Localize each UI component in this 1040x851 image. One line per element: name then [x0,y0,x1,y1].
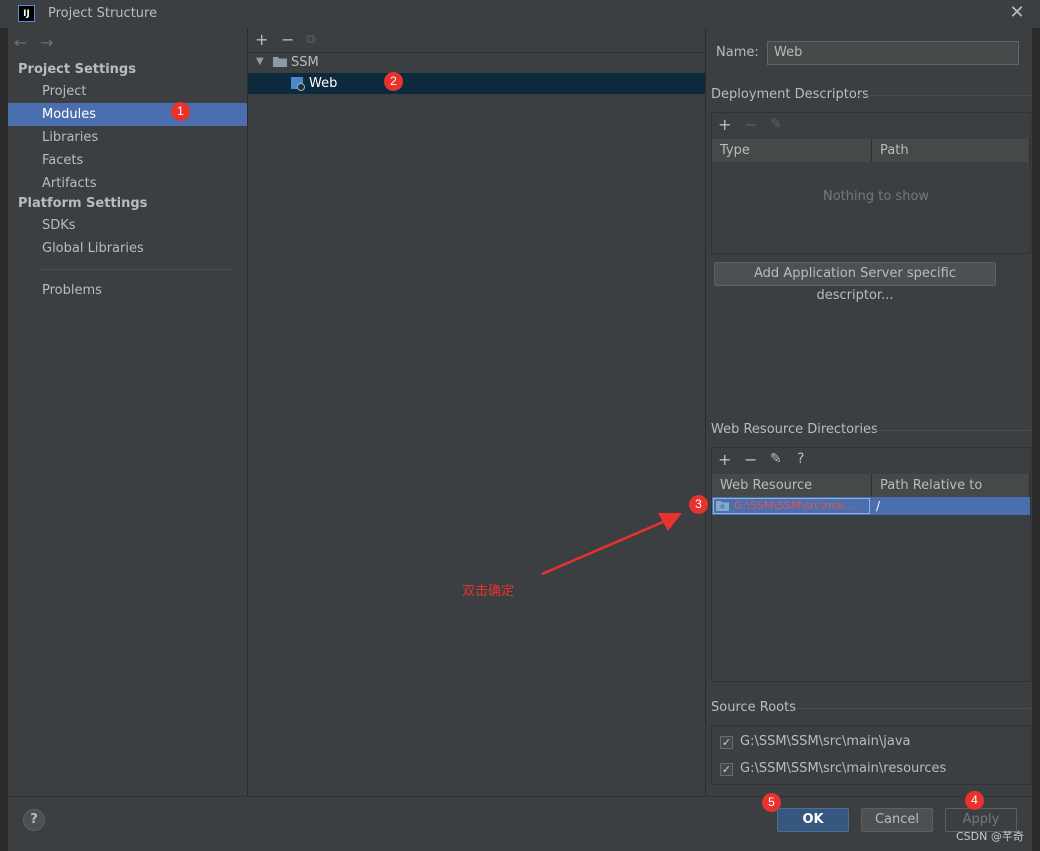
sidebar-item-facets[interactable]: Facets [8,149,247,172]
group-divider [870,430,1030,431]
remove-descriptor-icon[interactable]: − [744,115,757,134]
deployment-descriptors-title: Deployment Descriptors [711,87,869,102]
ok-button[interactable]: OK [777,808,849,832]
window-title: Project Structure [48,6,158,21]
cancel-button[interactable]: Cancel [861,808,933,832]
empty-table-text: Nothing to show [823,189,930,204]
column-header-path[interactable]: Path [872,139,1030,162]
add-module-icon[interactable]: + [255,30,268,49]
forward-arrow-icon[interactable]: → [40,33,53,52]
tree-toolbar-divider [248,52,705,53]
add-descriptor-icon[interactable]: + [718,115,731,134]
annotation-badge-2: 2 [384,72,403,91]
sidebar-item-artifacts[interactable]: Artifacts [8,172,247,195]
annotation-badge-1: 1 [171,102,190,121]
sidebar-item-modules[interactable]: Modules [8,103,247,126]
annotation-arrow-icon [541,513,682,576]
help-button[interactable]: ? [23,809,45,831]
web-resource-directories-title: Web Resource Directories [711,422,878,437]
project-settings-header: Project Settings [18,62,136,77]
annotation-badge-3: 3 [689,495,708,514]
sidebar-item-problems[interactable]: Problems [8,279,247,302]
chevron-down-icon[interactable]: ▼ [256,56,264,67]
web-facet-icon [291,77,305,91]
checkbox-checked-icon[interactable]: ✓ [720,736,733,749]
remove-module-icon[interactable]: − [281,30,294,49]
sidebar-item-global-libraries[interactable]: Global Libraries [8,237,247,260]
copy-module-icon[interactable]: ⧉ [306,32,315,47]
edit-descriptor-icon[interactable]: ✎ [770,116,782,132]
intellij-app-icon: IJ [18,5,35,22]
path-relative-value[interactable]: / [876,499,880,513]
watermark: CSDN @芊奇 [956,830,1024,843]
sidebar-item-libraries[interactable]: Libraries [8,126,247,149]
source-roots-title: Source Roots [711,700,797,715]
folder-icon [273,56,287,67]
module-tree-panel [248,28,705,796]
tree-node-web[interactable]: Web [309,76,337,91]
help-web-resource-icon[interactable]: ? [797,451,804,467]
sidebar-item-project[interactable]: Project [8,80,247,103]
annotation-note: 双击确定 [462,584,515,599]
group-divider [858,95,1030,96]
edit-web-resource-icon[interactable]: ✎ [770,451,782,467]
group-divider [797,708,1030,709]
source-root-resources[interactable]: G:\SSM\SSM\src\main\resources [740,761,946,776]
close-icon[interactable]: ✕ [1006,2,1028,24]
checkbox-checked-icon[interactable]: ✓ [720,763,733,776]
module-name-field[interactable]: Web [767,41,1019,65]
column-header-type[interactable]: Type [712,139,872,162]
sidebar-item-sdks[interactable]: SDKs [8,214,247,237]
folder-icon [716,500,729,511]
add-web-resource-icon[interactable]: + [718,450,731,469]
column-header-web-resource-directory[interactable]: Web Resource Directory [712,474,872,516]
deployment-descriptors-table [711,112,1031,254]
platform-settings-header: Platform Settings [18,196,148,211]
column-header-path-relative[interactable]: Path Relative to Deplo... [872,474,1030,516]
remove-web-resource-icon[interactable]: − [744,450,757,469]
back-arrow-icon[interactable]: ← [14,33,27,52]
annotation-badge-5: 5 [762,793,781,812]
sidebar-divider [38,269,232,270]
tree-node-ssm[interactable]: SSM [291,55,319,70]
source-root-java[interactable]: G:\SSM\SSM\src\main\java [740,734,911,749]
web-resource-directory-value[interactable]: G:\SSM\SSM\src\mai... [734,499,868,512]
name-label: Name: [716,45,759,60]
annotation-badge-4: 4 [965,791,984,810]
add-server-descriptor-button[interactable]: Add Application Server specific descript… [714,262,996,303]
